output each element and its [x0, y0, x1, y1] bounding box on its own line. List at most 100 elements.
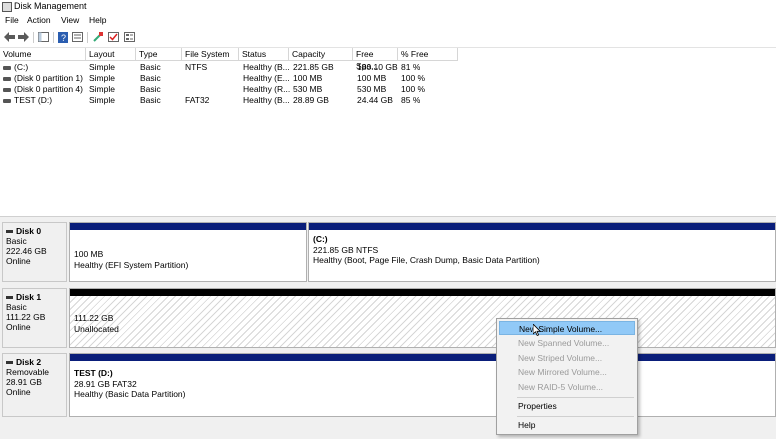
column-header-type[interactable]: Type	[136, 48, 182, 61]
partition-name: (C:)	[313, 234, 328, 244]
properties-icon[interactable]	[71, 31, 83, 43]
free-space-cell: 530 MB	[357, 84, 387, 94]
partition-status: Unallocated	[74, 323, 119, 334]
menu-item-new-raid5-volume[interactable]: New RAID-5 Volume...	[499, 380, 635, 394]
column-header-layout[interactable]: Layout	[86, 48, 136, 61]
mouse-cursor-icon	[533, 324, 541, 336]
status-cell: Healthy (R...	[243, 84, 291, 94]
menu-separator	[517, 416, 634, 417]
type-cell: Basic	[140, 95, 161, 105]
svg-text:?: ?	[61, 33, 66, 43]
disk-row-1: Disk 1 Basic 111.22 GB Online 111.22 GB …	[0, 288, 776, 350]
capacity-cell: 530 MB	[293, 84, 323, 94]
partition-efi[interactable]: 100 MB Healthy (EFI System Partition)	[69, 222, 307, 282]
context-menu: New Simple Volume... New Spanned Volume.…	[496, 318, 638, 435]
capacity-cell: 28.89 GB	[293, 95, 329, 105]
partition-size: 28.91 GB FAT32	[74, 378, 137, 389]
capacity-cell: 100 MB	[293, 73, 323, 83]
column-header-free-space[interactable]: Free Spa...	[353, 48, 398, 71]
menu-bar: File Action View Help	[0, 13, 776, 28]
menu-item-help[interactable]: Help	[499, 418, 635, 432]
menu-file[interactable]: File	[5, 15, 19, 25]
partition-color-bar	[70, 354, 775, 361]
back-arrow-icon[interactable]	[3, 31, 15, 43]
disk-status: Online	[6, 387, 31, 397]
percent-free-cell: 81 %	[401, 62, 421, 72]
menu-item-new-simple-volume[interactable]: New Simple Volume...	[499, 321, 635, 335]
column-header-status[interactable]: Status	[239, 48, 289, 61]
menu-item-properties[interactable]: Properties	[499, 399, 635, 413]
disk-size: 111.22 GB	[6, 312, 46, 322]
disk-type: Removable	[6, 367, 49, 377]
disk-icon	[6, 296, 13, 300]
partition-status: Healthy (Basic Data Partition)	[74, 389, 186, 399]
disk-icon	[6, 230, 13, 234]
unallocated-space[interactable]: 111.22 GB Unallocated	[69, 288, 776, 348]
column-header-percent-free[interactable]: % Free	[398, 48, 458, 61]
free-space-cell: 180.10 GB	[357, 62, 398, 72]
disk-label[interactable]: Disk 2 Removable 28.91 GB Online	[2, 353, 67, 417]
toolbar: ?	[0, 28, 776, 48]
partition-size: 111.22 GB	[74, 313, 114, 323]
table-row[interactable]: (Disk 0 partition 1) Simple Basic Health…	[0, 73, 776, 84]
disk-icon	[6, 361, 13, 365]
disk-size: 222.46 GB	[6, 246, 47, 256]
free-space-cell: 24.44 GB	[357, 95, 393, 105]
partition-color-bar	[309, 223, 775, 230]
volume-icon	[3, 76, 11, 81]
disk-name: Disk 2	[16, 357, 42, 367]
volume-icon	[3, 98, 11, 103]
column-header-capacity[interactable]: Capacity	[289, 48, 353, 61]
percent-free-cell: 100 %	[401, 73, 426, 83]
partition-c[interactable]: (C:) 221.85 GB NTFS Healthy (Boot, Page …	[308, 222, 776, 282]
rescan-icon[interactable]	[92, 31, 104, 43]
toolbar-separator	[33, 32, 34, 43]
volume-name: TEST (D:)	[14, 95, 53, 105]
volume-name: (C:)	[14, 62, 29, 72]
toolbar-separator	[53, 32, 54, 43]
menu-separator	[517, 397, 634, 398]
menu-item-new-striped-volume[interactable]: New Striped Volume...	[499, 351, 635, 365]
forward-arrow-icon[interactable]	[17, 31, 29, 43]
percent-free-cell: 100 %	[401, 84, 426, 94]
volume-name: (Disk 0 partition 1)	[14, 73, 83, 83]
layout-cell: Simple	[89, 84, 115, 94]
partition-status: Healthy (EFI System Partition)	[74, 259, 189, 270]
table-row[interactable]: TEST (D:) Simple Basic FAT32 Healthy (B.…	[0, 95, 776, 106]
partition-color-bar	[70, 223, 306, 230]
partition-status: Healthy (Boot, Page File, Crash Dump, Ba…	[313, 255, 540, 265]
disk-name: Disk 1	[16, 292, 42, 302]
partition-name: TEST (D:)	[74, 368, 113, 378]
menu-help[interactable]: Help	[89, 15, 106, 25]
table-row[interactable]: (Disk 0 partition 4) Simple Basic Health…	[0, 84, 776, 95]
table-row[interactable]: (C:) Simple Basic NTFS Healthy (B... 221…	[0, 62, 776, 73]
file-system-cell: FAT32	[185, 95, 210, 105]
title-bar: Disk Management	[0, 0, 776, 13]
menu-action[interactable]: Action	[27, 15, 51, 25]
file-system-cell: NTFS	[185, 62, 208, 72]
status-cell: Healthy (E...	[243, 73, 290, 83]
menu-view[interactable]: View	[61, 15, 79, 25]
disk-name: Disk 0	[16, 226, 42, 236]
partition-size: 221.85 GB NTFS	[313, 244, 379, 255]
disk-type: Basic	[6, 302, 27, 312]
toolbar-separator	[87, 32, 88, 43]
type-cell: Basic	[140, 62, 161, 72]
disk-label[interactable]: Disk 0 Basic 222.46 GB Online	[2, 222, 67, 282]
disk-label[interactable]: Disk 1 Basic 111.22 GB Online	[2, 288, 67, 348]
menu-item-new-mirrored-volume[interactable]: New Mirrored Volume...	[499, 365, 635, 379]
partition-test-d[interactable]: TEST (D:) 28.91 GB FAT32 Healthy (Basic …	[69, 353, 776, 417]
help-icon[interactable]: ?	[57, 31, 69, 43]
volume-icon	[3, 65, 11, 70]
status-cell: Healthy (B...	[243, 95, 290, 105]
console-tree-icon[interactable]	[37, 31, 49, 43]
percent-free-cell: 85 %	[401, 95, 421, 105]
disk-status: Online	[6, 322, 31, 332]
column-header-file-system[interactable]: File System	[182, 48, 239, 61]
check-icon[interactable]	[107, 31, 119, 43]
list-icon[interactable]	[123, 31, 135, 43]
disk-row-0: Disk 0 Basic 222.46 GB Online 100 MB Hea…	[0, 221, 776, 283]
menu-item-new-spanned-volume[interactable]: New Spanned Volume...	[499, 336, 635, 350]
column-header-volume[interactable]: Volume	[0, 48, 86, 61]
window-title: Disk Management	[14, 1, 87, 11]
